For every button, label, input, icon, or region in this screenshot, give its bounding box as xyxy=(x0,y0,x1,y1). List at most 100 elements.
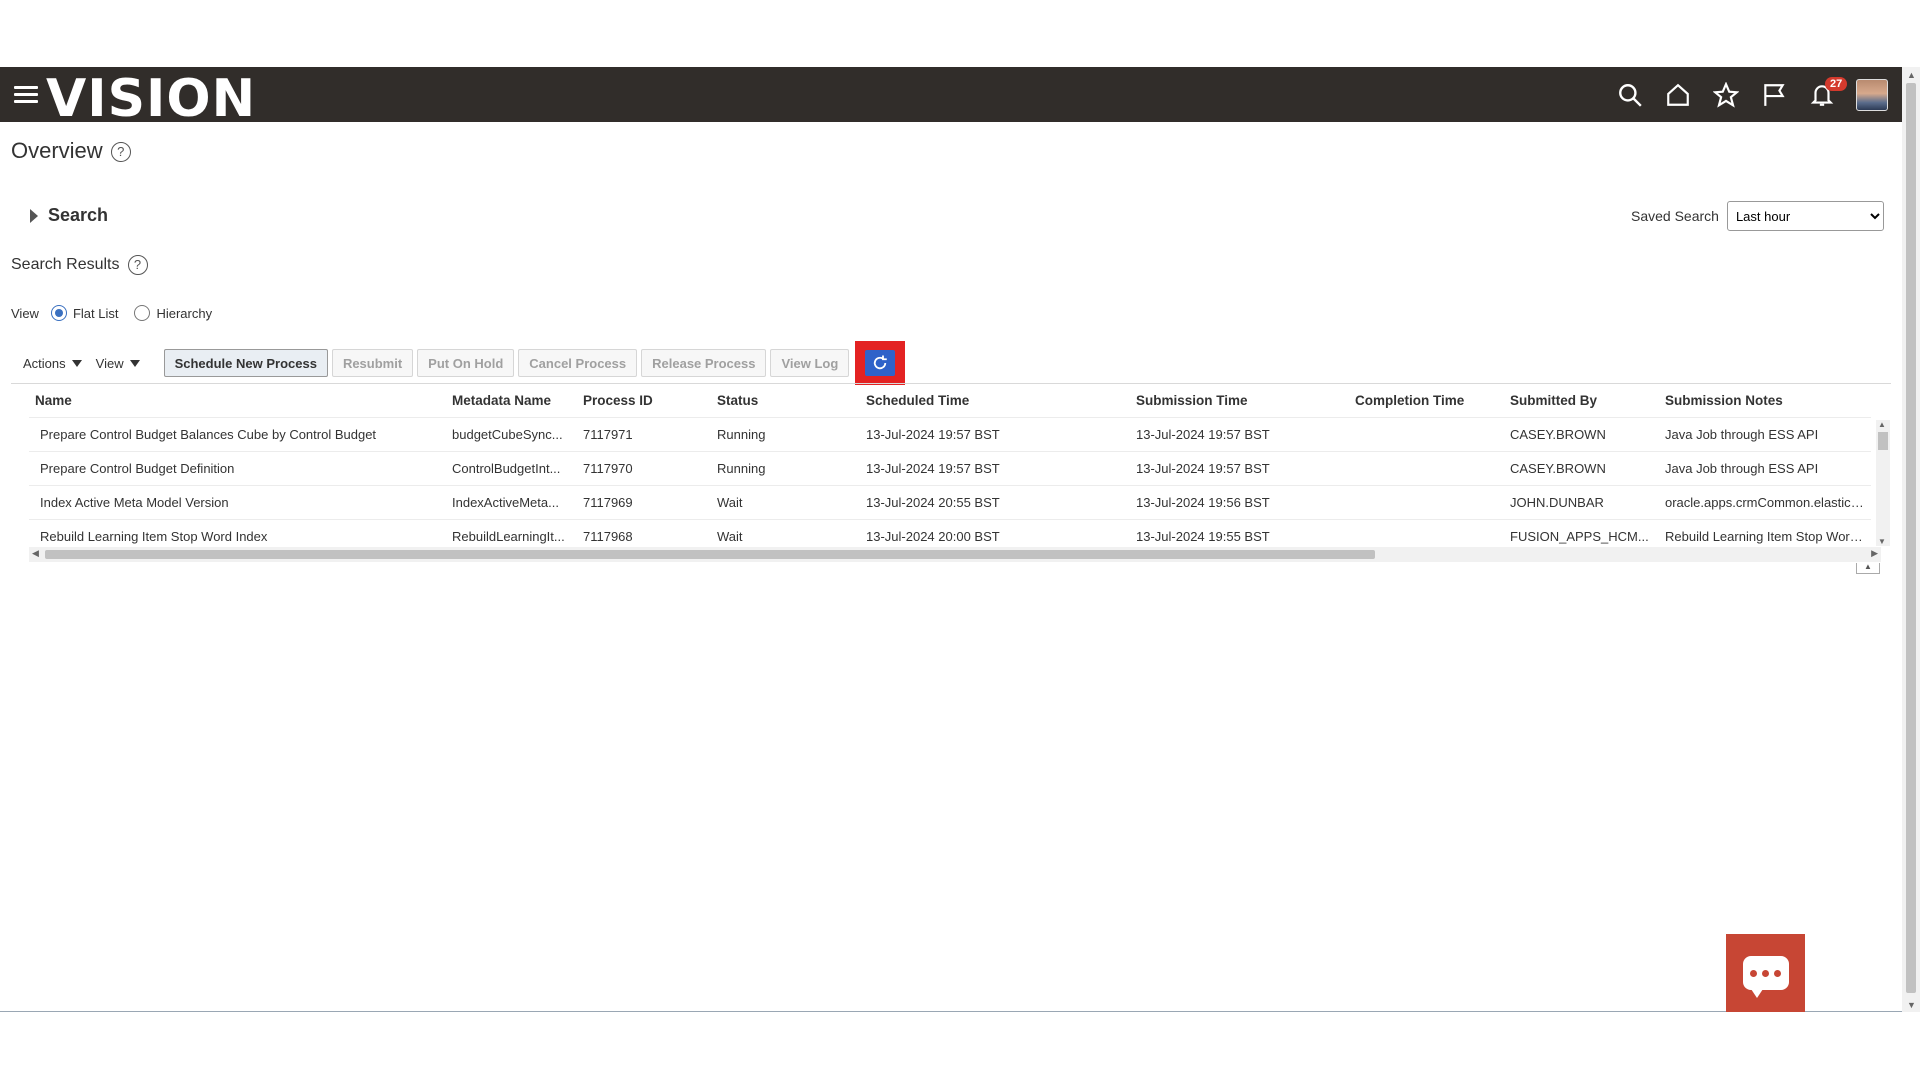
column-header-name[interactable]: Name xyxy=(29,383,446,418)
cell-process-id: 7117970 xyxy=(577,451,711,486)
search-results-heading: Search Results? xyxy=(11,255,148,275)
view-menu[interactable]: View xyxy=(96,356,140,371)
cell-submission-notes: Java Job through ESS API xyxy=(1659,451,1871,486)
top-blank-area xyxy=(0,0,1920,67)
view-label: View xyxy=(11,305,39,321)
bell-icon[interactable]: 27 xyxy=(1798,67,1848,122)
cell-submitted-by: CASEY.BROWN xyxy=(1504,417,1659,452)
table-header-row: Name Metadata Name Process ID Status Sch… xyxy=(29,383,1871,418)
cell-submission-time: 13-Jul-2024 19:57 BST xyxy=(1130,417,1349,452)
table-row[interactable]: Prepare Control Budget Definition Contro… xyxy=(29,451,1871,486)
help-icon[interactable]: ? xyxy=(127,255,148,275)
saved-search-label: Saved Search xyxy=(1631,208,1719,224)
put-on-hold-button[interactable]: Put On Hold xyxy=(417,349,515,377)
cancel-process-button[interactable]: Cancel Process xyxy=(518,349,638,377)
cell-completion-time xyxy=(1349,485,1504,520)
results-table: Name Metadata Name Process ID Status Sch… xyxy=(29,383,1871,553)
column-header-process-id[interactable]: Process ID xyxy=(577,383,711,418)
saved-search: Saved Search Last hour xyxy=(1631,201,1884,231)
actions-menu-label: Actions xyxy=(23,355,66,371)
cell-status: Running xyxy=(711,417,860,452)
user-avatar[interactable] xyxy=(1856,78,1888,111)
cell-submitted-by: JOHN.DUNBAR xyxy=(1504,485,1659,520)
schedule-new-process-button[interactable]: Schedule New Process xyxy=(163,349,328,377)
scroll-up-icon[interactable]: ▲ xyxy=(1878,420,1886,429)
flag-icon[interactable] xyxy=(1750,67,1798,122)
caret-down-icon xyxy=(71,359,82,367)
scrollbar-thumb[interactable] xyxy=(45,550,1375,559)
actions-menu[interactable]: Actions xyxy=(23,356,82,371)
home-icon[interactable] xyxy=(1654,67,1702,122)
star-icon[interactable] xyxy=(1702,67,1750,122)
resubmit-button[interactable]: Resubmit xyxy=(331,349,414,377)
column-header-completion-time[interactable]: Completion Time xyxy=(1349,383,1504,418)
table-horizontal-scrollbar[interactable]: ◀ ▶ xyxy=(29,547,1881,562)
saved-search-select[interactable]: Last hour xyxy=(1726,201,1884,231)
table-resize-handle[interactable]: ▲ xyxy=(1856,563,1880,574)
cell-completion-time xyxy=(1349,417,1504,452)
cell-metadata-name: IndexActiveMeta... xyxy=(446,485,577,520)
page-bottom-divider xyxy=(0,1011,1902,1012)
cell-name: Prepare Control Budget Definition xyxy=(29,451,446,486)
cell-scheduled-time: 13-Jul-2024 20:55 BST xyxy=(860,485,1130,520)
help-icon[interactable]: ? xyxy=(110,142,131,163)
column-header-submitted-by[interactable]: Submitted By xyxy=(1504,383,1659,418)
column-header-submission-notes[interactable]: Submission Notes xyxy=(1659,383,1871,418)
refresh-button[interactable] xyxy=(865,350,896,376)
chat-bubble-icon xyxy=(1742,956,1789,998)
cell-process-id: 7117969 xyxy=(577,485,711,520)
cell-scheduled-time: 13-Jul-2024 19:57 BST xyxy=(860,417,1130,452)
notification-badge: 27 xyxy=(1825,77,1848,91)
cell-submitted-by: CASEY.BROWN xyxy=(1504,451,1659,486)
view-log-button[interactable]: View Log xyxy=(770,349,850,377)
cell-submission-time: 13-Jul-2024 19:57 BST xyxy=(1130,451,1349,486)
menu-icon[interactable] xyxy=(14,86,38,104)
search-disclosure[interactable]: Search xyxy=(30,205,108,226)
flat-list-label[interactable]: Flat List xyxy=(73,306,119,321)
scroll-right-icon[interactable]: ▶ xyxy=(1871,548,1878,559)
page-vertical-scrollbar[interactable]: ▲ ▼ xyxy=(1902,67,1920,1012)
cell-completion-time xyxy=(1349,451,1504,486)
table-row[interactable]: Index Active Meta Model Version IndexAct… xyxy=(29,485,1871,520)
search-results-title: Search Results xyxy=(11,256,120,274)
scroll-down-icon[interactable]: ▼ xyxy=(1878,537,1886,546)
cell-status: Running xyxy=(711,451,860,486)
caret-down-icon xyxy=(129,359,140,367)
table-vertical-scrollbar[interactable]: ▲ ▼ xyxy=(1876,420,1890,546)
search-section-label: Search xyxy=(48,205,109,225)
view-mode-row: View Flat List Hierarchy xyxy=(11,305,212,321)
refresh-highlight xyxy=(855,341,906,385)
refresh-icon xyxy=(874,355,888,370)
cell-status: Wait xyxy=(711,485,860,520)
scroll-down-icon[interactable]: ▼ xyxy=(1907,1000,1916,1010)
scrollbar-thumb[interactable] xyxy=(1906,83,1916,993)
header-icons: 27 xyxy=(1606,67,1888,122)
table-row[interactable]: Prepare Control Budget Balances Cube by … xyxy=(29,417,1871,452)
release-process-button[interactable]: Release Process xyxy=(641,349,767,377)
column-header-scheduled-time[interactable]: Scheduled Time xyxy=(860,383,1130,418)
page-title: Overview? xyxy=(11,138,131,164)
results-table-container: Name Metadata Name Process ID Status Sch… xyxy=(11,383,1891,574)
column-header-status[interactable]: Status xyxy=(711,383,860,418)
cell-name: Prepare Control Budget Balances Cube by … xyxy=(29,417,446,452)
results-toolbar: Actions View Schedule New Process Resubm… xyxy=(11,341,906,385)
cell-process-id: 7117971 xyxy=(577,417,711,452)
scroll-up-icon[interactable]: ▲ xyxy=(1907,70,1916,80)
cell-metadata-name: budgetCubeSync... xyxy=(446,417,577,452)
search-icon[interactable] xyxy=(1606,67,1654,122)
cell-submission-notes: oracle.apps.crmCommon.elasticSea xyxy=(1659,485,1871,520)
flat-list-radio[interactable] xyxy=(50,305,67,321)
scroll-left-icon[interactable]: ◀ xyxy=(32,548,39,559)
hierarchy-label[interactable]: Hierarchy xyxy=(156,306,212,321)
page-title-text: Overview xyxy=(11,138,103,163)
cell-submission-time: 13-Jul-2024 19:56 BST xyxy=(1130,485,1349,520)
hierarchy-radio[interactable] xyxy=(134,305,151,321)
global-header: VISION 27 xyxy=(0,67,1902,129)
scrollbar-thumb[interactable] xyxy=(1878,432,1888,450)
cell-scheduled-time: 13-Jul-2024 19:57 BST xyxy=(860,451,1130,486)
chat-button[interactable] xyxy=(1726,934,1805,1012)
column-header-submission-time[interactable]: Submission Time xyxy=(1130,383,1349,418)
app-logo[interactable]: VISION xyxy=(46,69,256,129)
column-header-metadata-name[interactable]: Metadata Name xyxy=(446,383,577,418)
cell-metadata-name: ControlBudgetInt... xyxy=(446,451,577,486)
